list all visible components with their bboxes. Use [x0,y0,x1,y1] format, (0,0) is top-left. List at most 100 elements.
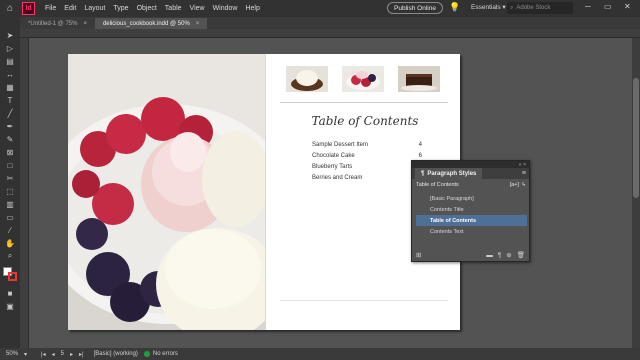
panel-header[interactable]: « × [412,161,529,168]
panel-footer: ⊞ ▬ ¶ ⊕ 🗑 [412,249,529,261]
rectangle-frame-tool-icon[interactable]: ⊠ [3,146,17,158]
fill-stroke-swatch[interactable] [3,267,17,281]
menu-object[interactable]: Object [133,5,161,12]
clear-overrides-button-icon[interactable]: ¶ [498,252,502,259]
toc-entry[interactable]: Sample Dessert Item 4 [312,142,422,148]
spread-spine [265,54,266,330]
style-item[interactable]: Contents Title [416,204,527,215]
thumbnail-icecream[interactable] [286,66,328,92]
recipe-thumbnails [286,66,446,92]
direct-selection-tool-icon[interactable]: ▷ [3,42,17,54]
minimize-icon[interactable]: ─ [585,2,591,11]
panel-close-icon[interactable]: × [523,162,526,168]
berries-image [342,66,384,92]
next-page-icon[interactable]: ▸ [70,351,73,358]
pencil-tool-icon[interactable]: ✎ [3,133,17,145]
menu-table[interactable]: Table [161,5,186,12]
menu-edit[interactable]: Edit [60,5,80,12]
vertical-ruler[interactable] [20,38,29,348]
content-collector-icon[interactable]: ▦ [3,81,17,93]
stock-search-placeholder: Adobe Stock [516,5,551,11]
toc-title[interactable]: Table of Contents [280,114,450,128]
toc-entry-page: 6 [418,153,422,159]
new-group-folder-icon[interactable]: ▬ [486,252,493,259]
style-item[interactable]: [Basic Paragraph] [416,193,527,204]
panel-tab-strip: ¶ Paragraph Styles ≡ [412,168,529,179]
paragraph-styles-tab-icon: ¶ [421,170,425,177]
selection-tool-icon[interactable]: ➤ [3,29,17,41]
scissors-tool-icon[interactable]: ✂ [3,172,17,184]
icecream-image [286,66,328,92]
scrollbar-thumb[interactable] [633,78,639,198]
menu-window[interactable]: Window [209,5,242,12]
tab-untitled[interactable]: *Untitled-1 @ 75% × [20,18,95,29]
type-tool-icon[interactable]: T [3,94,17,106]
zoom-tool-icon[interactable]: ⌕ [3,250,17,262]
eyedropper-tool-icon[interactable]: ⁄ [3,224,17,236]
screen-mode-icon[interactable]: ▣ [3,300,17,312]
page-number[interactable]: 5 [61,351,64,357]
tab-close-icon[interactable]: × [83,21,87,27]
style-item-selected[interactable]: Table of Contents [416,215,527,226]
paragraph-styles-panel: « × ¶ Paragraph Styles ≡ Table of Content… [411,160,530,262]
gap-tool-icon[interactable]: ↔ [3,68,17,80]
style-item[interactable]: Contents Text [416,226,527,237]
stroke-swatch[interactable] [8,272,17,281]
prev-page-icon[interactable]: ◂ [52,351,55,358]
tools-panel: ➤ ▷ ▤ ↔ ▦ T ╱ ✒ ✎ ⊠ □ ✂ ⬚ ▥ ▭ ⁄ ✋ ⌕ ■ ▣ [0,17,20,348]
toc-entry-title: Chocolate Cake [312,153,355,159]
dessert-photo[interactable] [68,54,265,330]
preflight-status[interactable]: No errors [153,351,178,357]
menu-file[interactable]: File [41,5,60,12]
horizontal-ruler[interactable] [20,29,640,38]
line-tool-icon[interactable]: ╱ [3,107,17,119]
tab-cookbook[interactable]: delicious_cookbook.indd @ 50% × [94,18,208,29]
toc-entry[interactable]: Chocolate Cake 6 [312,153,422,159]
first-page-icon[interactable]: |◂ [41,351,46,358]
status-bar: 50% ▾ |◂ ◂ 5 ▸ ▸| [Basic] (working) No e… [0,348,640,360]
panel-collapse-icon[interactable]: « [519,162,522,168]
tab-paragraph-styles[interactable]: ¶ Paragraph Styles [415,168,483,179]
tab-close-icon[interactable]: × [196,21,200,27]
toc-entry[interactable]: Blueberry Tarts [312,164,422,170]
delete-style-icon[interactable]: 🗑 [517,251,525,259]
menu-view[interactable]: View [186,5,209,12]
new-style-shortcut-icon[interactable]: [a+] [510,182,519,188]
current-style-name: Table of Contents [416,182,459,188]
master-label[interactable]: [Basic] (working) [94,351,138,357]
thumbnail-berries[interactable] [342,66,384,92]
free-transform-tool-icon[interactable]: ⬚ [3,185,17,197]
page-tool-icon[interactable]: ▤ [3,55,17,67]
lightning-icon[interactable]: ϟ [522,182,525,188]
menu-help[interactable]: Help [241,5,263,12]
toc-entry-page: 4 [418,142,422,148]
workspace-label: Essentials [471,4,501,11]
vertical-scrollbar[interactable] [632,38,640,348]
apply-color-icon[interactable]: ■ [3,287,17,299]
hand-tool-icon[interactable]: ✋ [3,237,17,249]
zoom-level[interactable]: 50% [6,351,18,357]
new-style-icon[interactable]: ⊕ [506,251,511,259]
maximize-icon[interactable]: ▭ [604,2,612,11]
pen-tool-icon[interactable]: ✒ [3,120,17,132]
thumbnail-cake[interactable] [398,66,440,92]
current-style-row: Table of Contents [a+] ϟ [412,179,529,191]
home-icon[interactable]: ⌂ [2,0,18,17]
lightbulb-icon[interactable]: 💡 [449,2,460,13]
app-logo: Id [22,2,35,15]
style-actions: [a+] ϟ [510,182,525,188]
clear-overrides-icon[interactable]: ⊞ [416,251,421,259]
workspace-switcher[interactable]: Essentials ▾ [471,3,506,11]
close-icon[interactable]: ✕ [624,2,631,11]
publish-online-button[interactable]: Publish Online [387,2,443,14]
panel-menu-icon[interactable]: ≡ [522,170,526,177]
gradient-tool-icon[interactable]: ▥ [3,198,17,210]
last-page-icon[interactable]: ▸| [79,351,84,358]
note-tool-icon[interactable]: ▭ [3,211,17,223]
toc-entry[interactable]: Berries and Cream [312,175,422,181]
menu-type[interactable]: Type [109,5,132,12]
rectangle-tool-icon[interactable]: □ [3,159,17,171]
menu-layout[interactable]: Layout [80,5,109,12]
zoom-dropdown-icon[interactable]: ▾ [24,351,27,358]
stock-search-input[interactable]: ⌕ Adobe Stock [507,2,573,14]
